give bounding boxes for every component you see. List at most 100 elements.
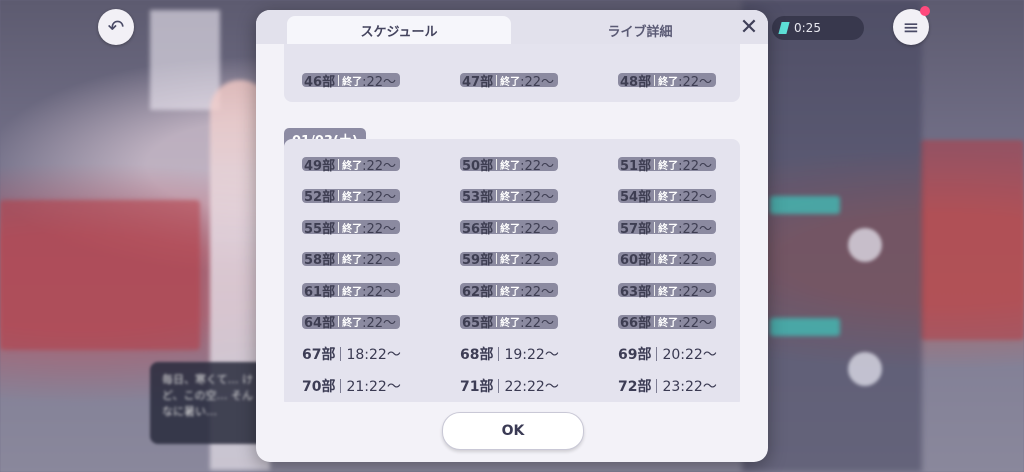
schedule-entry: 62部 終了:22〜 [460,283,559,300]
status-badge: 終了 [658,318,679,329]
divider [496,253,498,264]
part-number: 71部 [460,378,494,395]
notification-dot [920,6,930,16]
schedule-entry: 56部 終了:22〜 [460,220,559,237]
ok-button[interactable]: OK [442,412,584,450]
start-time: :22〜 [520,284,555,300]
schedule-entry: 54部 終了:22〜 [618,188,717,205]
status-badge: 終了 [500,318,521,329]
background-round-button [848,228,882,262]
part-number: 59部 [462,253,494,268]
part-number: 70部 [302,378,336,395]
schedule-entry: 57部 終了:22〜 [618,220,717,237]
divider [654,284,656,296]
schedule-entry: 65部 終了:22〜 [460,314,559,331]
schedule-entry: 49部 終了:22〜 [302,157,401,174]
schedule-entry: 60部 終了:22〜 [618,251,717,268]
start-time: 19:22〜 [504,347,559,363]
schedule-group-previous: 46部 終了:22〜 47部 終了:22〜 48部 終了:22〜 [284,44,740,102]
schedule-entry: 51部 終了:22〜 [618,157,717,174]
status-badge: 終了 [658,160,679,172]
stamina-timer: 0:25 [772,16,864,40]
schedule-entry: 53部 終了:22〜 [460,188,559,205]
divider [498,347,500,361]
divider [338,253,340,264]
schedule-entry: 67部 18:22〜 [302,346,401,363]
part-number: 50部 [462,158,494,174]
background-shelf-right [920,140,1024,340]
divider [654,221,656,233]
gem-icon [778,22,790,34]
background-chat-text: 毎日、寒くて… けど、この空… そんなに暑い… [162,373,254,418]
tab-live-details[interactable]: ライブ詳細 [528,16,752,44]
start-time: :22〜 [678,74,713,90]
tab-bar: スケジュール ライブ詳細 ✕ [256,10,768,44]
schedule-group-0103: 49部 終了:22〜 50部 終了:22〜 51部 終了:22〜 52部 終了:22〜 53部終… [284,139,740,402]
schedule-entry: 46部 終了:22〜 [302,73,401,90]
background-badge [770,318,840,336]
background-round-button [848,352,882,386]
start-time: :22〜 [362,316,397,331]
start-time: 23:22〜 [662,378,717,395]
start-time: :22〜 [362,253,397,268]
schedule-entry: 69部 20:22〜 [618,346,717,363]
start-time: 21:22〜 [346,378,401,395]
close-x-icon[interactable]: ✕ [736,14,762,40]
status-badge: 終了 [658,223,679,235]
status-badge: 終了 [342,192,363,203]
part-number: 65部 [462,316,494,331]
back-arrow-icon[interactable]: ↶ [98,9,134,45]
schedule-entry: 71部 22:22〜 [460,378,559,395]
start-time: 22:22〜 [504,378,559,395]
status-badge: 終了 [342,223,363,235]
schedule-entry: 61部 終了:22〜 [302,283,401,300]
part-number: 48部 [620,74,652,90]
divider [338,221,340,233]
part-number: 57部 [620,221,652,237]
part-number: 69部 [618,347,652,363]
schedule-entry: 59部 終了:22〜 [460,251,559,268]
part-number: 49部 [304,158,336,174]
divider [496,74,498,86]
status-badge: 終了 [658,76,679,88]
divider [496,158,498,170]
start-time: :22〜 [362,221,397,237]
start-time: :22〜 [678,158,713,174]
divider [498,378,500,393]
divider [654,158,656,170]
schedule-entry: 66部 終了:22〜 [618,314,717,331]
divider [654,74,656,86]
schedule-dialog: スケジュール ライブ詳細 ✕ 46部 終了:22〜 47部 終了:22〜 48部 終了:2… [256,10,768,462]
part-number: 53部 [462,190,494,205]
schedule-scroll-area[interactable]: 46部終了:22〜47部終了:22〜48部終了:22〜 01/03(土) 49部… [284,44,740,402]
divider [654,190,656,201]
divider [496,316,498,327]
status-badge: 終了 [342,286,363,298]
divider [338,284,340,296]
part-number: 56部 [462,221,494,237]
status-badge: 終了 [500,192,521,203]
schedule-entry: 72部 23:22〜 [618,378,717,395]
part-number: 51部 [620,158,652,174]
start-time: 18:22〜 [346,347,401,363]
part-number: 67部 [302,347,336,363]
timer-text: 0:25 [794,21,821,35]
start-time: :22〜 [520,221,555,237]
status-badge: 終了 [658,192,679,203]
status-badge: 終了 [500,255,521,266]
start-time: :22〜 [678,284,713,300]
start-time: :22〜 [520,190,555,205]
start-time: :22〜 [678,253,713,268]
part-number: 63部 [620,284,652,300]
divider [338,74,340,86]
part-number: 55部 [304,221,336,237]
background-side-panel [742,0,922,472]
schedule-entry: 68部 19:22〜 [460,346,559,363]
part-number: 60部 [620,253,652,268]
part-number: 64部 [304,316,336,331]
status-badge: 終了 [342,318,363,329]
tab-schedule[interactable]: スケジュール [287,16,511,44]
schedule-entry: 70部 21:22〜 [302,378,401,395]
part-number: 62部 [462,284,494,300]
start-time: :22〜 [678,190,713,205]
